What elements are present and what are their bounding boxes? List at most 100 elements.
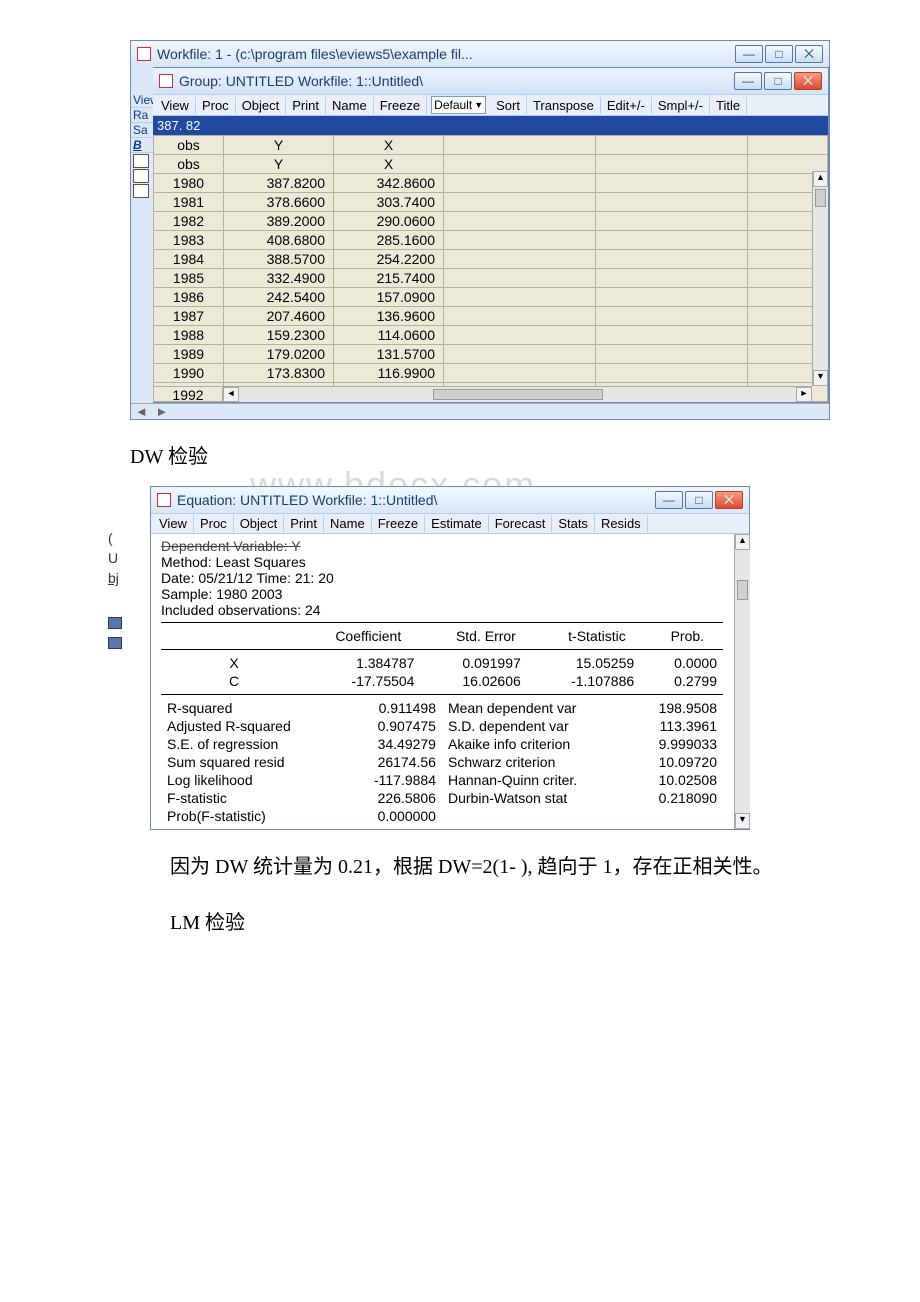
- table-row[interactable]: 1989 179.0200 131.5700: [154, 345, 828, 364]
- close-button[interactable]: ⨉: [715, 491, 743, 509]
- vertical-scrollbar[interactable]: ▲ ▼: [812, 171, 828, 386]
- tb-print[interactable]: Print: [286, 97, 326, 114]
- tb-view[interactable]: View: [153, 515, 194, 532]
- tb-object[interactable]: Object: [234, 515, 285, 532]
- tb-proc[interactable]: Proc: [194, 515, 234, 532]
- cell-x[interactable]: 157.0900: [334, 288, 444, 307]
- scroll-down-icon[interactable]: ▼: [735, 813, 750, 829]
- side-b[interactable]: B: [131, 138, 155, 153]
- table-row[interactable]: 1985 332.4900 215.7400: [154, 269, 828, 288]
- table-row[interactable]: 1983 408.6800 285.1600: [154, 231, 828, 250]
- cell-obs[interactable]: 1987: [154, 307, 224, 326]
- cell-y[interactable]: 389.2000: [224, 212, 334, 231]
- cell-x[interactable]: 116.9900: [334, 364, 444, 383]
- col-y[interactable]: Y: [224, 155, 334, 174]
- tb-name[interactable]: Name: [326, 97, 374, 114]
- scroll-down-icon[interactable]: ▼: [813, 370, 828, 386]
- table-row[interactable]: 1982 389.2000 290.0600: [154, 212, 828, 231]
- equation-titlebar[interactable]: Equation: UNTITLED Workfile: 1::Untitled…: [151, 487, 749, 513]
- tb-freeze[interactable]: Freeze: [372, 515, 425, 532]
- cell-y[interactable]: 159.2300: [224, 326, 334, 345]
- workfile-titlebar[interactable]: Workfile: 1 - (c:\program files\eviews5\…: [131, 41, 829, 67]
- cell-x[interactable]: 114.0600: [334, 326, 444, 345]
- cell-editor[interactable]: 387. 82: [153, 116, 828, 135]
- cell-obs[interactable]: 1980: [154, 174, 224, 193]
- scroll-right-icon[interactable]: ►: [796, 387, 812, 402]
- table-row[interactable]: 1987 207.4600 136.9600: [154, 307, 828, 326]
- tb-mode-select[interactable]: Default ▼: [431, 96, 486, 114]
- scroll-left-icon[interactable]: ◄: [223, 387, 239, 402]
- table-row[interactable]: 1984 388.5700 254.2200: [154, 250, 828, 269]
- cell-x[interactable]: 303.7400: [334, 193, 444, 212]
- vertical-scrollbar[interactable]: ▲ ▼: [734, 534, 750, 829]
- side-view[interactable]: View: [131, 93, 155, 108]
- table-row[interactable]: 1980 387.8200 342.8600: [154, 174, 828, 193]
- table-row[interactable]: 1986 242.5400 157.0900: [154, 288, 828, 307]
- cell-obs[interactable]: 1985: [154, 269, 224, 288]
- cell-obs[interactable]: 1990: [154, 364, 224, 383]
- tb-stats[interactable]: Stats: [552, 515, 595, 532]
- cell-obs[interactable]: 1984: [154, 250, 224, 269]
- tb-view[interactable]: View: [155, 97, 196, 114]
- horizontal-scrollbar[interactable]: ◄ ►: [223, 386, 812, 402]
- tb-title[interactable]: Title: [710, 97, 747, 114]
- cell-y[interactable]: 179.0200: [224, 345, 334, 364]
- cell-y[interactable]: 242.5400: [224, 288, 334, 307]
- cell-obs[interactable]: 1981: [154, 193, 224, 212]
- cell-obs[interactable]: 1986: [154, 288, 224, 307]
- tb-smpl[interactable]: Smpl+/-: [652, 97, 710, 114]
- tb-proc[interactable]: Proc: [196, 97, 236, 114]
- cell-y[interactable]: 173.8300: [224, 364, 334, 383]
- cell-x[interactable]: 342.8600: [334, 174, 444, 193]
- cell-x[interactable]: 290.0600: [334, 212, 444, 231]
- scroll-thumb[interactable]: [815, 189, 826, 207]
- cell-obs[interactable]: 1988: [154, 326, 224, 345]
- series-icon[interactable]: [133, 169, 149, 183]
- cell-y[interactable]: 388.5700: [224, 250, 334, 269]
- tb-forecast[interactable]: Forecast: [489, 515, 553, 532]
- cell-y[interactable]: 207.4600: [224, 307, 334, 326]
- scroll-thumb[interactable]: [737, 580, 748, 600]
- minimize-button[interactable]: —: [735, 45, 763, 63]
- cell-x[interactable]: 215.7400: [334, 269, 444, 288]
- col-x[interactable]: X: [334, 136, 444, 155]
- cell-obs[interactable]: 1989: [154, 345, 224, 364]
- cell-y[interactable]: 408.6800: [224, 231, 334, 250]
- next-obs[interactable]: 1992: [153, 386, 223, 402]
- tb-object[interactable]: Object: [236, 97, 287, 114]
- cell-obs[interactable]: 1983: [154, 231, 224, 250]
- col-y[interactable]: Y: [224, 136, 334, 155]
- close-button[interactable]: ⨉: [794, 72, 822, 90]
- minimize-button[interactable]: —: [655, 491, 683, 509]
- cell-y[interactable]: 378.6600: [224, 193, 334, 212]
- close-button[interactable]: ⨉: [795, 45, 823, 63]
- tb-freeze[interactable]: Freeze: [374, 97, 427, 114]
- series-icon[interactable]: [133, 184, 149, 198]
- cell-x[interactable]: 131.5700: [334, 345, 444, 364]
- maximize-button[interactable]: □: [765, 45, 793, 63]
- tb-print[interactable]: Print: [284, 515, 324, 532]
- cell-y[interactable]: 387.8200: [224, 174, 334, 193]
- col-obs[interactable]: obs: [154, 155, 224, 174]
- table-row[interactable]: 1990 173.8300 116.9900: [154, 364, 828, 383]
- maximize-button[interactable]: □: [764, 72, 792, 90]
- group-titlebar[interactable]: Group: UNTITLED Workfile: 1::Untitled\ —…: [153, 68, 828, 94]
- nav-arrows[interactable]: ◄ ►: [135, 404, 170, 419]
- scroll-thumb[interactable]: [433, 389, 603, 400]
- cell-x[interactable]: 285.1600: [334, 231, 444, 250]
- scroll-up-icon[interactable]: ▲: [813, 171, 828, 187]
- tb-name[interactable]: Name: [324, 515, 372, 532]
- col-obs[interactable]: obs: [154, 136, 224, 155]
- cell-x[interactable]: 136.9600: [334, 307, 444, 326]
- tb-resids[interactable]: Resids: [595, 515, 648, 532]
- series-icon[interactable]: [133, 154, 149, 168]
- maximize-button[interactable]: □: [685, 491, 713, 509]
- tb-estimate[interactable]: Estimate: [425, 515, 489, 532]
- tb-transpose[interactable]: Transpose: [527, 97, 601, 114]
- cell-x[interactable]: 254.2200: [334, 250, 444, 269]
- tb-sort[interactable]: Sort: [490, 97, 527, 114]
- minimize-button[interactable]: —: [734, 72, 762, 90]
- cell-obs[interactable]: 1982: [154, 212, 224, 231]
- table-row[interactable]: 1988 159.2300 114.0600: [154, 326, 828, 345]
- table-row[interactable]: 1981 378.6600 303.7400: [154, 193, 828, 212]
